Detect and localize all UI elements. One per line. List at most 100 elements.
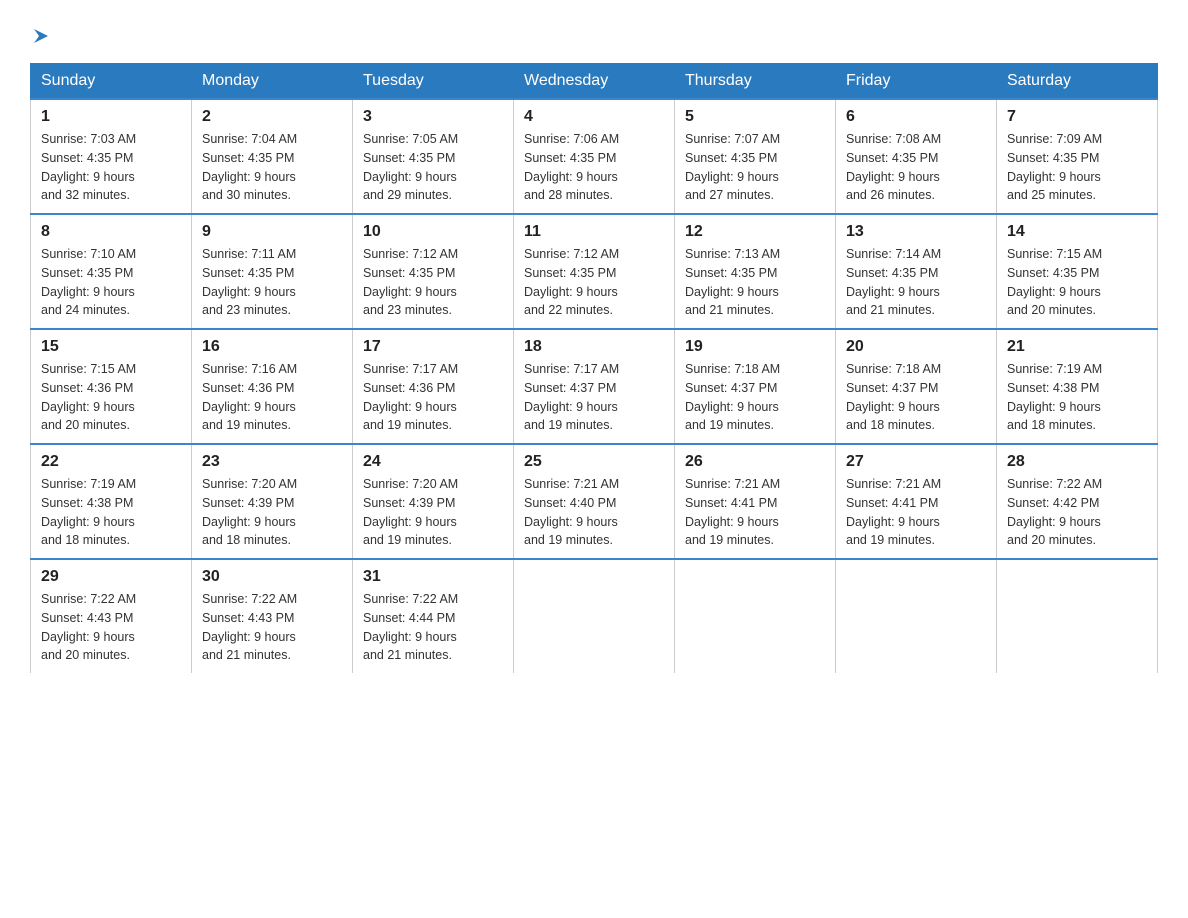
day-info: Sunrise: 7:17 AMSunset: 4:36 PMDaylight:… [363, 362, 458, 432]
day-number: 20 [846, 338, 986, 356]
table-row: 3 Sunrise: 7:05 AMSunset: 4:35 PMDayligh… [353, 99, 514, 214]
day-info: Sunrise: 7:03 AMSunset: 4:35 PMDaylight:… [41, 132, 136, 202]
day-number: 28 [1007, 453, 1147, 471]
day-number: 23 [202, 453, 342, 471]
table-row: 15 Sunrise: 7:15 AMSunset: 4:36 PMDaylig… [31, 329, 192, 444]
day-info: Sunrise: 7:15 AMSunset: 4:36 PMDaylight:… [41, 362, 136, 432]
table-row: 22 Sunrise: 7:19 AMSunset: 4:38 PMDaylig… [31, 444, 192, 559]
day-number: 16 [202, 338, 342, 356]
day-info: Sunrise: 7:11 AMSunset: 4:35 PMDaylight:… [202, 247, 296, 317]
day-info: Sunrise: 7:20 AMSunset: 4:39 PMDaylight:… [202, 477, 297, 547]
day-info: Sunrise: 7:21 AMSunset: 4:40 PMDaylight:… [524, 477, 619, 547]
calendar-week-row: 29 Sunrise: 7:22 AMSunset: 4:43 PMDaylig… [31, 559, 1158, 673]
calendar-week-row: 15 Sunrise: 7:15 AMSunset: 4:36 PMDaylig… [31, 329, 1158, 444]
table-row: 29 Sunrise: 7:22 AMSunset: 4:43 PMDaylig… [31, 559, 192, 673]
day-info: Sunrise: 7:21 AMSunset: 4:41 PMDaylight:… [685, 477, 780, 547]
day-number: 5 [685, 108, 825, 126]
day-number: 2 [202, 108, 342, 126]
table-row: 27 Sunrise: 7:21 AMSunset: 4:41 PMDaylig… [836, 444, 997, 559]
day-info: Sunrise: 7:08 AMSunset: 4:35 PMDaylight:… [846, 132, 941, 202]
table-row: 1 Sunrise: 7:03 AMSunset: 4:35 PMDayligh… [31, 99, 192, 214]
day-number: 1 [41, 108, 181, 126]
day-info: Sunrise: 7:22 AMSunset: 4:43 PMDaylight:… [41, 592, 136, 662]
table-row: 16 Sunrise: 7:16 AMSunset: 4:36 PMDaylig… [192, 329, 353, 444]
day-info: Sunrise: 7:12 AMSunset: 4:35 PMDaylight:… [363, 247, 458, 317]
day-info: Sunrise: 7:04 AMSunset: 4:35 PMDaylight:… [202, 132, 297, 202]
day-number: 29 [41, 568, 181, 586]
table-row: 20 Sunrise: 7:18 AMSunset: 4:37 PMDaylig… [836, 329, 997, 444]
table-row: 9 Sunrise: 7:11 AMSunset: 4:35 PMDayligh… [192, 214, 353, 329]
header-friday: Friday [836, 64, 997, 100]
day-number: 9 [202, 223, 342, 241]
day-number: 27 [846, 453, 986, 471]
day-info: Sunrise: 7:06 AMSunset: 4:35 PMDaylight:… [524, 132, 619, 202]
table-row: 26 Sunrise: 7:21 AMSunset: 4:41 PMDaylig… [675, 444, 836, 559]
day-info: Sunrise: 7:19 AMSunset: 4:38 PMDaylight:… [1007, 362, 1102, 432]
day-number: 24 [363, 453, 503, 471]
day-info: Sunrise: 7:22 AMSunset: 4:43 PMDaylight:… [202, 592, 297, 662]
table-row [514, 559, 675, 673]
day-info: Sunrise: 7:05 AMSunset: 4:35 PMDaylight:… [363, 132, 458, 202]
day-number: 18 [524, 338, 664, 356]
table-row: 14 Sunrise: 7:15 AMSunset: 4:35 PMDaylig… [997, 214, 1158, 329]
calendar-week-row: 22 Sunrise: 7:19 AMSunset: 4:38 PMDaylig… [31, 444, 1158, 559]
day-number: 6 [846, 108, 986, 126]
header-thursday: Thursday [675, 64, 836, 100]
table-row: 30 Sunrise: 7:22 AMSunset: 4:43 PMDaylig… [192, 559, 353, 673]
table-row: 13 Sunrise: 7:14 AMSunset: 4:35 PMDaylig… [836, 214, 997, 329]
table-row: 19 Sunrise: 7:18 AMSunset: 4:37 PMDaylig… [675, 329, 836, 444]
calendar-week-row: 1 Sunrise: 7:03 AMSunset: 4:35 PMDayligh… [31, 99, 1158, 214]
day-number: 25 [524, 453, 664, 471]
header-tuesday: Tuesday [353, 64, 514, 100]
table-row: 8 Sunrise: 7:10 AMSunset: 4:35 PMDayligh… [31, 214, 192, 329]
day-number: 13 [846, 223, 986, 241]
table-row [997, 559, 1158, 673]
header-wednesday: Wednesday [514, 64, 675, 100]
table-row: 23 Sunrise: 7:20 AMSunset: 4:39 PMDaylig… [192, 444, 353, 559]
day-info: Sunrise: 7:12 AMSunset: 4:35 PMDaylight:… [524, 247, 619, 317]
table-row: 7 Sunrise: 7:09 AMSunset: 4:35 PMDayligh… [997, 99, 1158, 214]
table-row: 28 Sunrise: 7:22 AMSunset: 4:42 PMDaylig… [997, 444, 1158, 559]
header-saturday: Saturday [997, 64, 1158, 100]
day-number: 15 [41, 338, 181, 356]
day-number: 7 [1007, 108, 1147, 126]
table-row: 21 Sunrise: 7:19 AMSunset: 4:38 PMDaylig… [997, 329, 1158, 444]
table-row [675, 559, 836, 673]
table-row: 2 Sunrise: 7:04 AMSunset: 4:35 PMDayligh… [192, 99, 353, 214]
day-number: 26 [685, 453, 825, 471]
day-info: Sunrise: 7:09 AMSunset: 4:35 PMDaylight:… [1007, 132, 1102, 202]
day-info: Sunrise: 7:18 AMSunset: 4:37 PMDaylight:… [846, 362, 941, 432]
day-number: 30 [202, 568, 342, 586]
day-number: 14 [1007, 223, 1147, 241]
table-row: 18 Sunrise: 7:17 AMSunset: 4:37 PMDaylig… [514, 329, 675, 444]
calendar-week-row: 8 Sunrise: 7:10 AMSunset: 4:35 PMDayligh… [31, 214, 1158, 329]
table-row: 10 Sunrise: 7:12 AMSunset: 4:35 PMDaylig… [353, 214, 514, 329]
logo-arrow-icon [30, 25, 52, 47]
table-row: 11 Sunrise: 7:12 AMSunset: 4:35 PMDaylig… [514, 214, 675, 329]
day-info: Sunrise: 7:18 AMSunset: 4:37 PMDaylight:… [685, 362, 780, 432]
day-number: 3 [363, 108, 503, 126]
day-info: Sunrise: 7:19 AMSunset: 4:38 PMDaylight:… [41, 477, 136, 547]
day-number: 4 [524, 108, 664, 126]
day-number: 11 [524, 223, 664, 241]
table-row: 25 Sunrise: 7:21 AMSunset: 4:40 PMDaylig… [514, 444, 675, 559]
day-number: 12 [685, 223, 825, 241]
header-monday: Monday [192, 64, 353, 100]
day-info: Sunrise: 7:20 AMSunset: 4:39 PMDaylight:… [363, 477, 458, 547]
day-info: Sunrise: 7:16 AMSunset: 4:36 PMDaylight:… [202, 362, 297, 432]
day-number: 8 [41, 223, 181, 241]
day-number: 17 [363, 338, 503, 356]
table-row: 24 Sunrise: 7:20 AMSunset: 4:39 PMDaylig… [353, 444, 514, 559]
day-info: Sunrise: 7:07 AMSunset: 4:35 PMDaylight:… [685, 132, 780, 202]
day-info: Sunrise: 7:17 AMSunset: 4:37 PMDaylight:… [524, 362, 619, 432]
table-row [836, 559, 997, 673]
table-row: 31 Sunrise: 7:22 AMSunset: 4:44 PMDaylig… [353, 559, 514, 673]
logo [30, 20, 52, 45]
weekday-header-row: Sunday Monday Tuesday Wednesday Thursday… [31, 64, 1158, 100]
day-info: Sunrise: 7:15 AMSunset: 4:35 PMDaylight:… [1007, 247, 1102, 317]
day-info: Sunrise: 7:13 AMSunset: 4:35 PMDaylight:… [685, 247, 780, 317]
table-row: 4 Sunrise: 7:06 AMSunset: 4:35 PMDayligh… [514, 99, 675, 214]
day-info: Sunrise: 7:10 AMSunset: 4:35 PMDaylight:… [41, 247, 136, 317]
day-info: Sunrise: 7:22 AMSunset: 4:44 PMDaylight:… [363, 592, 458, 662]
table-row: 6 Sunrise: 7:08 AMSunset: 4:35 PMDayligh… [836, 99, 997, 214]
